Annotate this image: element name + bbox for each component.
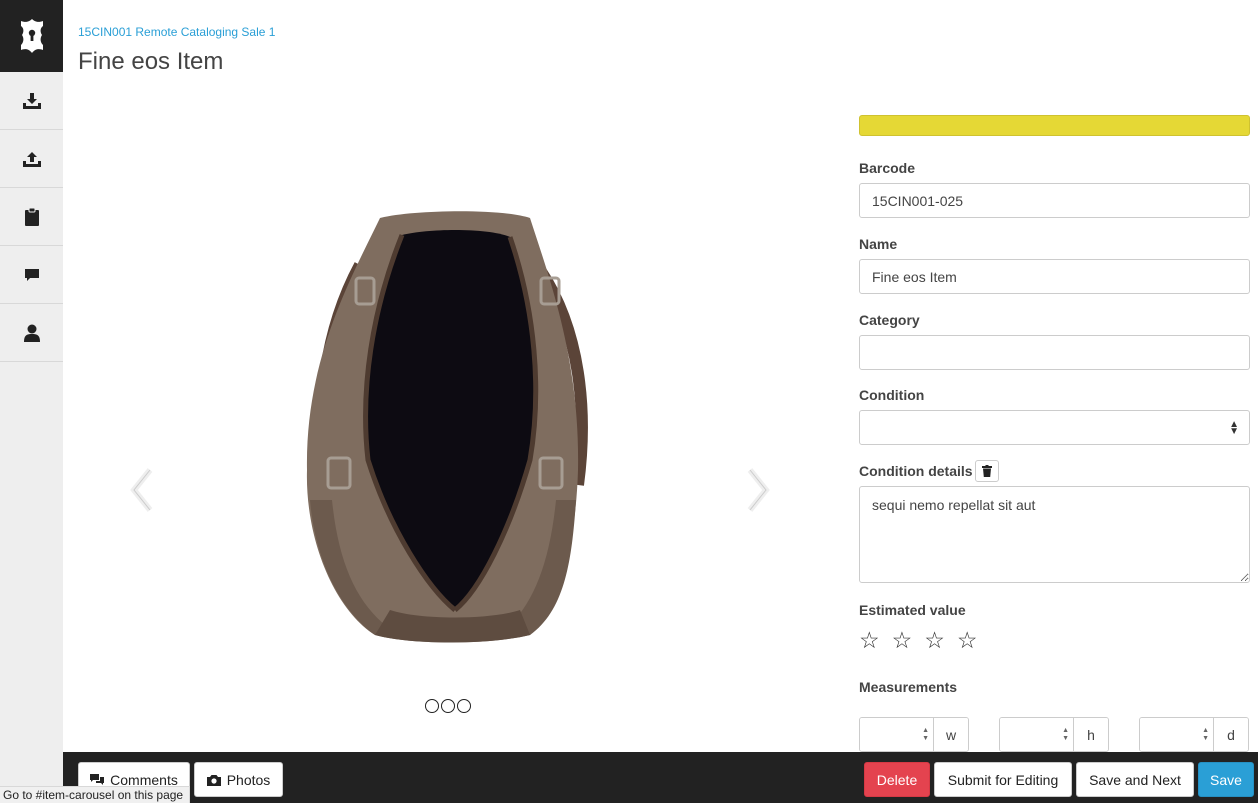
status-bar-tooltip: Go to #item-carousel on this page: [0, 786, 191, 803]
breadcrumb-sale-link[interactable]: 15CIN001 Remote Cataloging Sale 1: [78, 25, 275, 39]
carousel-next-arrow[interactable]: [742, 468, 772, 512]
sidebar-item-export[interactable]: [0, 130, 63, 188]
photos-button[interactable]: Photos: [194, 762, 283, 797]
camera-icon: [206, 774, 221, 786]
sidebar: [0, 0, 63, 803]
sidebar-item-clipboard[interactable]: [0, 188, 63, 246]
category-input[interactable]: [859, 335, 1250, 370]
page-title: Fine eos Item: [78, 48, 224, 75]
height-unit: h: [1074, 718, 1108, 751]
save-button[interactable]: Save: [1198, 762, 1254, 797]
width-input[interactable]: ▲ ▼: [860, 718, 934, 751]
height-input[interactable]: ▲ ▼: [1000, 718, 1074, 751]
photos-button-label: Photos: [226, 771, 271, 788]
estimated-value-rating: ☆ ☆ ☆ ☆: [859, 626, 978, 654]
star-icon[interactable]: ☆: [892, 626, 913, 654]
keyhole-shield-icon: [20, 19, 43, 53]
delete-button[interactable]: Delete: [864, 762, 930, 797]
spinner-icon[interactable]: ▲ ▼: [1062, 727, 1069, 743]
barcode-label: Barcode: [859, 160, 916, 176]
name-input[interactable]: [859, 259, 1250, 294]
handbag-photo: [306, 211, 588, 643]
save-and-next-button[interactable]: Save and Next: [1076, 762, 1194, 797]
upload-tray-icon: [22, 151, 41, 167]
condition-label: Condition: [859, 387, 925, 403]
condition-details-textarea[interactable]: sequi nemo repellat sit aut: [859, 486, 1250, 583]
trash-icon: [982, 465, 992, 477]
chevron-right-icon: [747, 468, 770, 512]
star-icon[interactable]: ☆: [924, 626, 945, 654]
depth-input[interactable]: ▲ ▼: [1140, 718, 1214, 751]
clear-condition-details-button[interactable]: [975, 460, 999, 482]
carousel-indicator[interactable]: [425, 699, 439, 713]
status-bar: [859, 115, 1250, 136]
carousel-prev-arrow[interactable]: [128, 468, 158, 512]
carousel-indicators: [425, 699, 471, 713]
name-label: Name: [859, 236, 898, 252]
measurement-height: ▲ ▼ h: [999, 717, 1109, 752]
condition-details-label: Condition details: [859, 463, 973, 479]
sidebar-item-import[interactable]: [0, 72, 63, 130]
spinner-icon[interactable]: ▲ ▼: [1202, 727, 1209, 743]
width-unit: w: [934, 718, 968, 751]
chevron-left-icon: [130, 468, 153, 512]
depth-unit: d: [1214, 718, 1248, 751]
sidebar-item-user[interactable]: [0, 304, 63, 362]
estimated-value-label: Estimated value: [859, 602, 966, 618]
carousel-indicator[interactable]: [441, 699, 455, 713]
select-arrows-icon: ▲ ▼: [1229, 419, 1239, 437]
download-tray-icon: [22, 92, 41, 109]
comments-icon: [90, 773, 105, 786]
measurement-depth: ▲ ▼ d: [1139, 717, 1249, 752]
star-icon[interactable]: ☆: [957, 626, 978, 654]
clipboard-icon: [24, 207, 39, 226]
sidebar-item-comments[interactable]: [0, 246, 63, 304]
spinner-icon[interactable]: ▲ ▼: [922, 727, 929, 743]
submit-for-editing-button[interactable]: Submit for Editing: [934, 762, 1072, 797]
logo[interactable]: [0, 0, 63, 72]
comment-icon: [24, 268, 39, 281]
barcode-input[interactable]: [859, 183, 1250, 218]
star-icon[interactable]: ☆: [859, 626, 880, 654]
measurement-width: ▲ ▼ w: [859, 717, 969, 752]
category-label: Category: [859, 312, 920, 328]
condition-select[interactable]: ▲ ▼: [859, 410, 1250, 445]
user-icon: [23, 324, 40, 342]
measurements-label: Measurements: [859, 679, 958, 695]
carousel-indicator[interactable]: [457, 699, 471, 713]
item-carousel[interactable]: [110, 140, 790, 740]
